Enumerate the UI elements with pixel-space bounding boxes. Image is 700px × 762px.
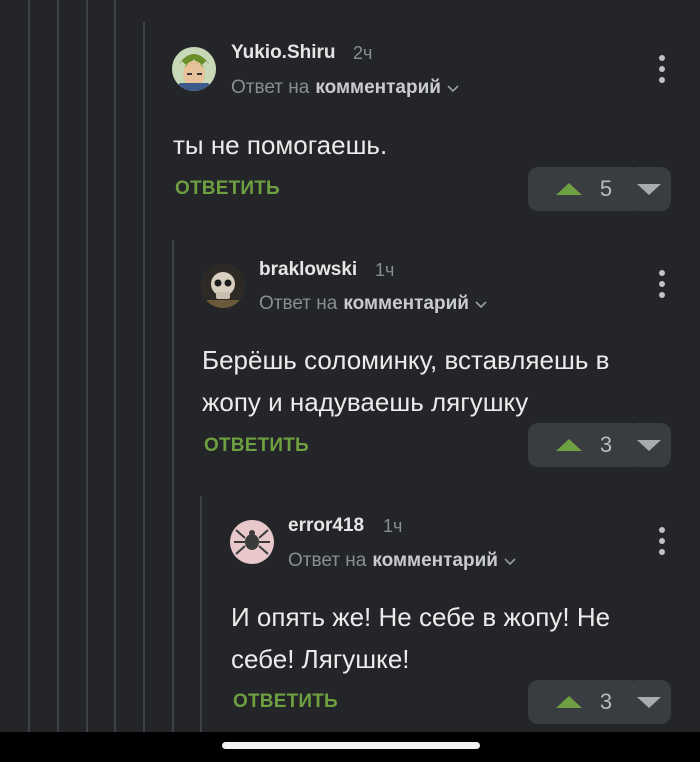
reply-to-target[interactable]: комментарий (343, 293, 469, 315)
comment-text: И опять же! Не себе в жопу! Не себе! Ляг… (231, 602, 611, 674)
thread-line (86, 0, 88, 732)
reply-button[interactable]: ОТВЕТИТЬ (175, 178, 280, 200)
avatar[interactable] (230, 520, 274, 564)
avatar[interactable] (201, 264, 245, 308)
reply-to-prefix: Ответ на (231, 77, 310, 98)
thread-line (28, 0, 30, 732)
comment-thread: Yukio.Shiru 2ч Ответ на комментарий ты н… (0, 0, 700, 762)
upvote-button[interactable]: 3 (528, 680, 640, 724)
upvote-button[interactable]: 5 (528, 167, 640, 211)
username[interactable]: Yukio.Shiru (231, 42, 336, 64)
timestamp: 2ч (353, 43, 373, 63)
vote-count: 5 (599, 176, 613, 201)
reply-button[interactable]: ОТВЕТИТЬ (233, 691, 338, 713)
reply-to-prefix: Ответ на (259, 293, 338, 314)
upvote-button[interactable]: 3 (528, 423, 640, 467)
avatar[interactable] (172, 47, 216, 91)
comment-text: ты не помогаешь. (173, 130, 388, 160)
thread-line (114, 0, 116, 732)
reply-to-prefix: Ответ на (288, 550, 367, 571)
upvote-icon (555, 183, 582, 195)
skull-avatar-icon (201, 264, 245, 308)
spider-avatar-icon (230, 520, 274, 564)
reply-to[interactable]: Ответ на комментарий (231, 77, 459, 99)
more-options-icon[interactable] (657, 55, 667, 83)
chevron-down-icon (447, 85, 459, 93)
downvote-icon (637, 696, 661, 708)
vote-count: 3 (599, 432, 613, 457)
comment-text: Берёшь соломинку, вставляешь в жопу и на… (202, 345, 610, 417)
more-options-icon[interactable] (657, 270, 667, 298)
reply-button[interactable]: ОТВЕТИТЬ (204, 435, 309, 457)
reply-to-target[interactable]: комментарий (315, 77, 441, 99)
downvote-icon (637, 439, 661, 451)
chevron-down-icon (504, 558, 516, 566)
thread-line (172, 240, 174, 732)
downvote-button[interactable] (627, 680, 671, 724)
reply-to[interactable]: Ответ на комментарий (259, 293, 487, 315)
downvote-icon (637, 183, 661, 195)
downvote-button[interactable] (627, 423, 671, 467)
vote-count: 3 (599, 689, 613, 714)
username[interactable]: braklowski (259, 259, 357, 281)
upvote-icon (555, 696, 582, 708)
timestamp: 1ч (383, 516, 403, 536)
thread-line (143, 22, 145, 732)
timestamp: 1ч (375, 260, 395, 280)
thread-line (200, 496, 202, 732)
home-indicator[interactable] (222, 742, 480, 749)
thread-line (57, 0, 59, 732)
upvote-icon (555, 439, 582, 451)
more-options-icon[interactable] (657, 527, 667, 555)
chevron-down-icon (475, 301, 487, 309)
downvote-button[interactable] (627, 167, 671, 211)
reply-to-target[interactable]: комментарий (372, 550, 498, 572)
reply-to[interactable]: Ответ на комментарий (288, 550, 516, 572)
username[interactable]: error418 (288, 515, 364, 537)
anime-avatar-icon (172, 47, 216, 91)
